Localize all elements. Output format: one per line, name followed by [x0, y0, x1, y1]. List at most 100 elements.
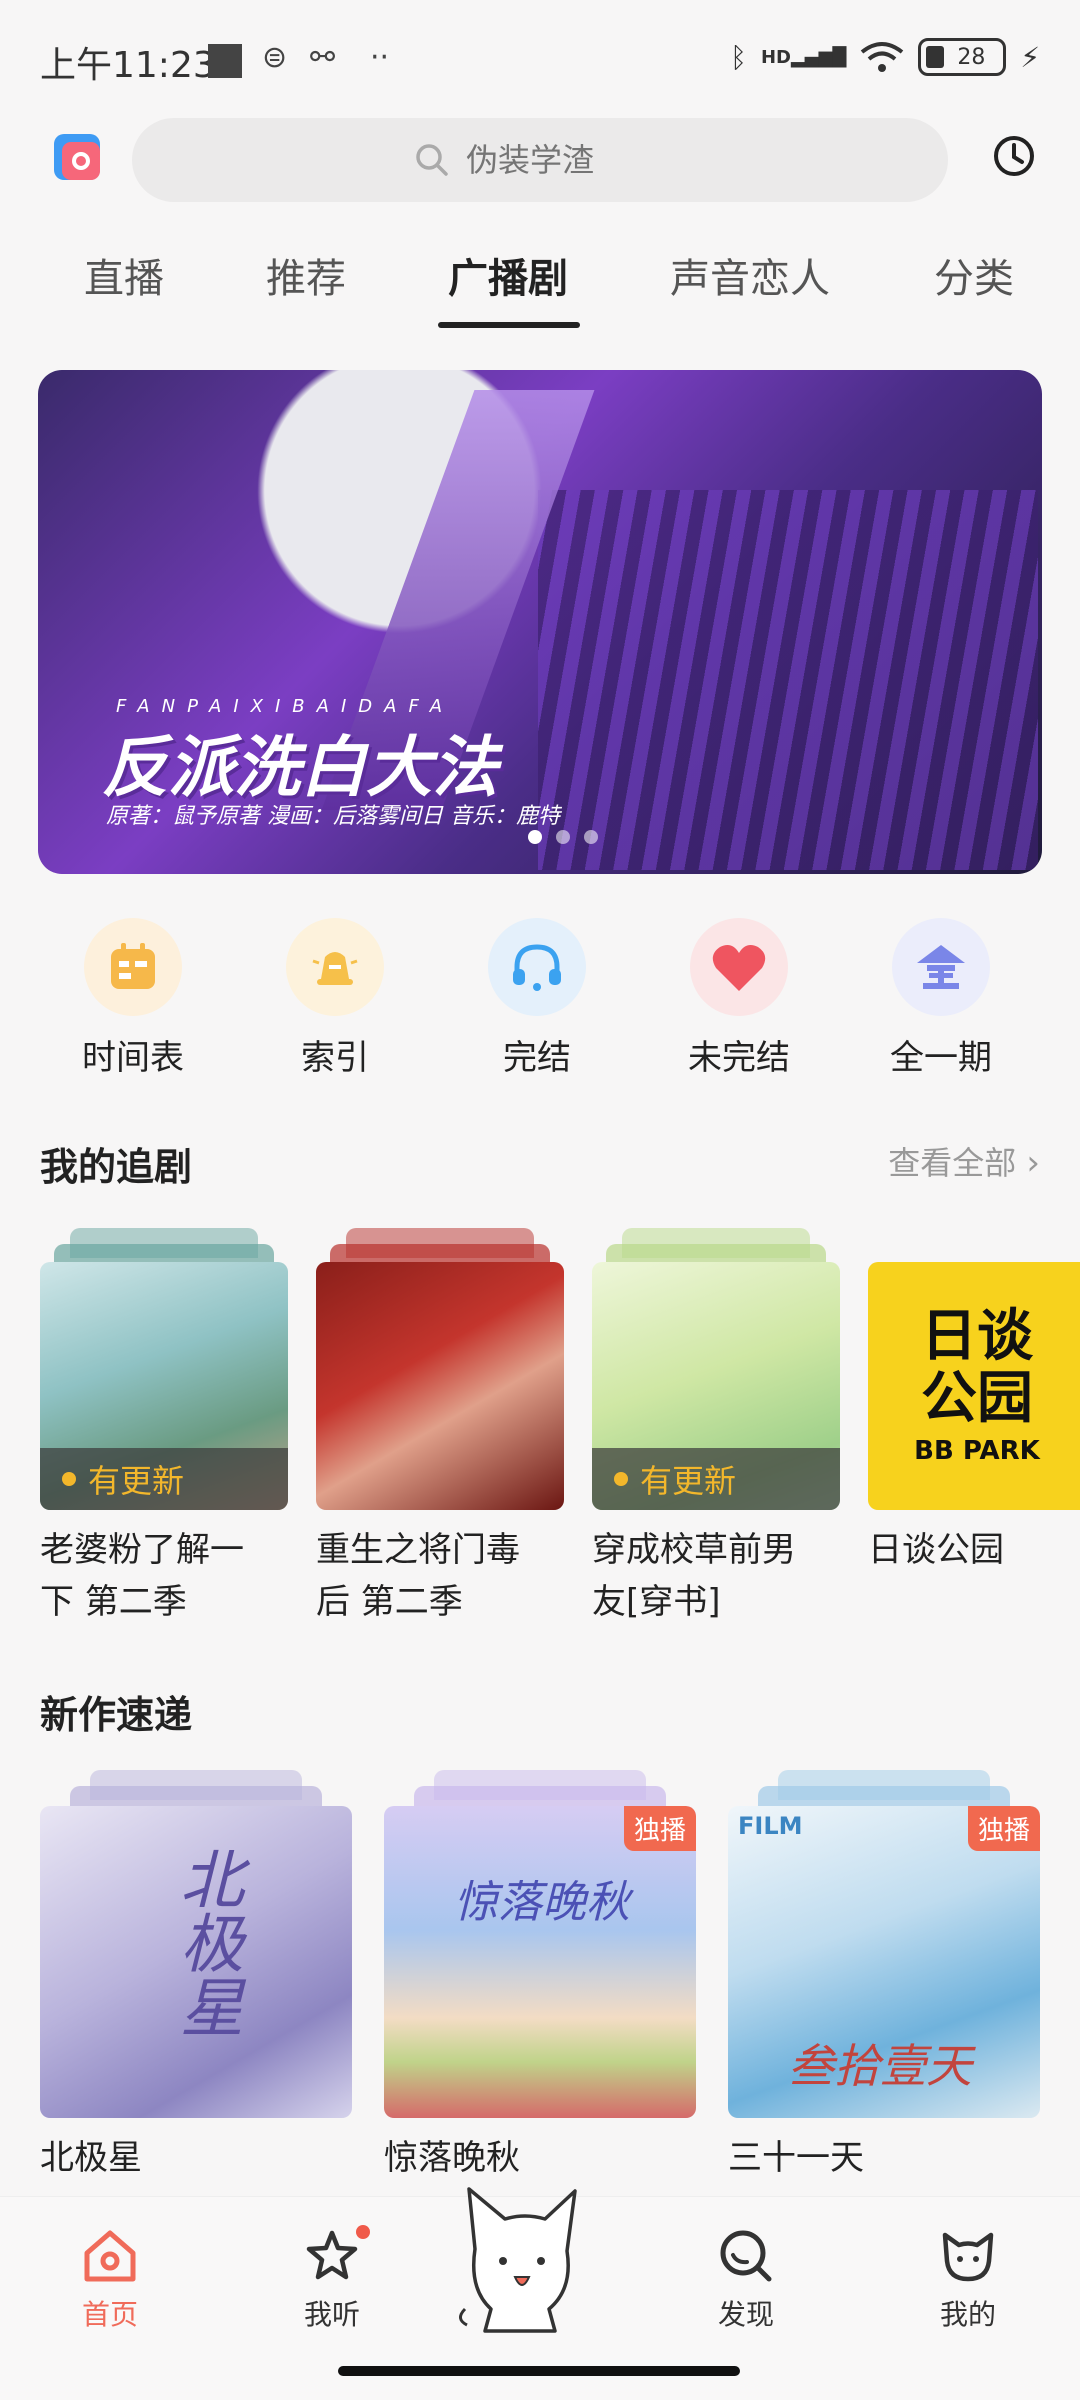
quick-link-label: 完结 — [503, 1038, 571, 1078]
home-icon — [84, 2230, 136, 2282]
exclusive-badge: 独播 — [623, 1806, 696, 1851]
cover-image: FILM 叁拾壹天 独播 — [728, 1806, 1040, 2118]
card-title-line: 重生之将门毒 — [316, 1530, 520, 1570]
headphones-icon — [513, 944, 561, 991]
wifi-icon — [861, 42, 904, 72]
banner-dot — [584, 830, 598, 844]
promo-banner[interactable]: FANPAIXIBAIDAFA 反派洗白大法 原著：鼠予原著 漫画：后落雾间日 … — [38, 370, 1042, 874]
card-title-line: 穿成校草前男 — [592, 1530, 796, 1570]
quick-link-label: 时间表 — [82, 1038, 184, 1078]
charging-icon: ⚡ — [1020, 40, 1040, 74]
notification-app-icon: ⊜ — [262, 40, 288, 75]
nav-mascot[interactable] — [440, 2169, 600, 2343]
nav-listening[interactable]: 我听 — [272, 2225, 392, 2333]
quick-link-label: 索引 — [301, 1038, 369, 1078]
new-work-card[interactable]: FILM 叁拾壹天 独播 三十一天 — [728, 1770, 1040, 2184]
quick-link-index[interactable]: 索引 — [270, 918, 400, 1079]
cover-sub-text: BB PARK — [914, 1436, 1040, 1466]
tab-category[interactable]: 分类 — [934, 246, 1014, 304]
cover-title-text: 惊落晚秋 — [454, 1877, 630, 1928]
unread-badge — [356, 2225, 370, 2239]
card-title-line: 老婆粉了解一 — [40, 1530, 244, 1570]
bell-index-icon — [312, 952, 358, 985]
banner-title: 反派洗白大法 — [102, 729, 498, 806]
card-title-line: 后 第二季 — [316, 1582, 463, 1622]
discover-icon — [720, 2230, 772, 2282]
battery-icon: 28 — [918, 38, 1007, 76]
following-card[interactable]: 日谈公园 BB PARK 日谈公园 — [868, 1262, 1080, 1576]
film-label: FILM — [738, 1812, 803, 1840]
cover-image: 惊落晚秋 独播 — [384, 1806, 696, 2118]
cover-title-text: 日谈公园 — [921, 1304, 1033, 1431]
card-title: 穿成校草前男 友[穿书] — [592, 1524, 840, 1628]
battery-level: 28 — [957, 44, 986, 70]
tab-radio-drama[interactable]: 广播剧 — [448, 246, 568, 304]
new-work-card[interactable]: 北极星 北极星 — [40, 1770, 352, 2184]
usb-icon: ⚯ — [310, 40, 336, 75]
update-badge: 有更新 — [592, 1448, 840, 1510]
card-title: 日谈公园 — [868, 1524, 1080, 1576]
signal-hd-label: HD — [760, 46, 791, 68]
card-title: 北极星 — [40, 2138, 142, 2178]
quick-link-ongoing[interactable]: 未完结 — [674, 918, 804, 1079]
banner-dot — [528, 830, 542, 844]
new-work-card[interactable]: 惊落晚秋 独播 惊落晚秋 — [384, 1770, 696, 2184]
nav-label: 我听 — [303, 2298, 360, 2331]
banner-pagination — [528, 830, 598, 844]
history-clock-icon[interactable] — [992, 134, 1036, 178]
nav-profile[interactable]: 我的 — [908, 2225, 1028, 2333]
calendar-icon — [111, 943, 155, 989]
card-title-line: 友[穿书] — [592, 1582, 721, 1622]
banner-credits: 原著：鼠予原著 漫画：后落雾间日 音乐：鹿特 — [106, 804, 560, 829]
category-tabs: 直播 推荐 广播剧 声音恋人 分类 — [0, 246, 1080, 326]
nav-discover[interactable]: 发现 — [686, 2225, 806, 2333]
quick-link-finished[interactable]: 完结 — [472, 918, 602, 1079]
banner-city-art — [538, 490, 1038, 870]
app-logo[interactable] — [54, 134, 100, 180]
cover-title-text: 叁拾壹天 — [788, 2039, 972, 2093]
see-all-link[interactable]: 查看全部 › — [888, 1138, 1040, 1184]
following-card[interactable]: 有更新 老婆粉了解一 下 第二季 — [40, 1228, 288, 1628]
signal-icon: HD▂▄▆█ — [760, 46, 847, 68]
cover-image: 北极星 — [40, 1806, 352, 2118]
heart-icon — [712, 945, 766, 991]
chevron-right-icon: › — [1026, 1143, 1040, 1183]
full-badge-icon — [917, 945, 965, 989]
card-title: 重生之将门毒 后 第二季 — [316, 1524, 564, 1628]
nav-home[interactable]: 首页 — [50, 2225, 170, 2333]
status-bar: 上午11:23 ⊜ ⚯ ·· ᛒ HD▂▄▆█ 28 ⚡ — [0, 0, 1080, 120]
nav-label: 首页 — [81, 2298, 138, 2331]
notification-square-icon — [208, 44, 242, 78]
new-works-section-title: 新作速递 — [40, 1693, 193, 1737]
cover-title-text: 北极星 — [169, 1846, 243, 2038]
quick-link-label: 全一期 — [890, 1038, 992, 1078]
tab-recommend[interactable]: 推荐 — [266, 246, 346, 304]
quick-link-schedule[interactable]: 时间表 — [68, 918, 198, 1079]
quick-link-label: 未完结 — [688, 1038, 790, 1078]
card-title: 三十一天 — [728, 2138, 864, 2178]
search-icon — [416, 144, 448, 176]
following-section-title: 我的追剧 — [40, 1145, 193, 1189]
cover-image: 有更新 — [592, 1262, 840, 1510]
banner-dot — [556, 830, 570, 844]
card-title-line: 下 第二季 — [40, 1582, 187, 1622]
following-card[interactable]: 重生之将门毒 后 第二季 — [316, 1228, 564, 1628]
tab-active-indicator — [438, 322, 580, 328]
card-title-line: 日谈公园 — [868, 1530, 1004, 1570]
cover-image — [316, 1262, 564, 1510]
tab-voice-lover[interactable]: 声音恋人 — [670, 246, 830, 304]
following-card[interactable]: 有更新 穿成校草前男 友[穿书] — [592, 1228, 840, 1628]
cover-image: 日谈公园 BB PARK — [868, 1262, 1080, 1510]
see-all-label: 查看全部 — [888, 1144, 1017, 1182]
star-icon — [306, 2230, 358, 2280]
cover-image: 有更新 — [40, 1262, 288, 1510]
tab-live[interactable]: 直播 — [84, 246, 164, 304]
update-badge: 有更新 — [40, 1448, 288, 1510]
search-bar[interactable] — [132, 118, 948, 202]
bluetooth-icon: ᛒ — [730, 40, 747, 74]
quick-link-single-episode[interactable]: 全一期 — [876, 918, 1006, 1079]
nav-label: 发现 — [717, 2298, 774, 2331]
more-dots-icon: ·· — [370, 40, 390, 75]
search-input[interactable] — [466, 141, 666, 179]
exclusive-badge: 独播 — [967, 1806, 1040, 1851]
